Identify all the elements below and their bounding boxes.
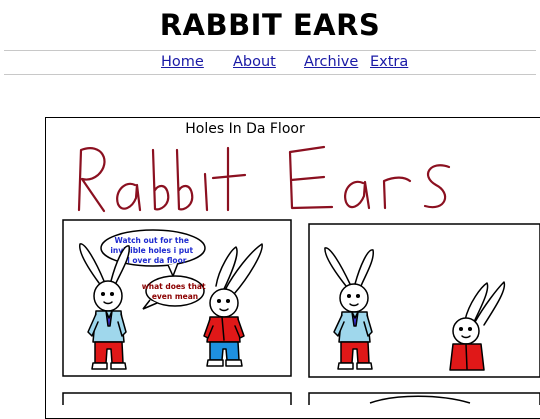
comic-panel-2 xyxy=(308,223,540,378)
speech-bubble-1-line-3: all over da floor xyxy=(120,256,187,265)
comic-panel-1: Watch out for the invisible holes i put … xyxy=(62,219,292,377)
comic-panel-4 xyxy=(308,392,540,405)
speech-bubble-1-line-1: Watch out for the xyxy=(114,236,188,245)
comic-panel-3 xyxy=(62,392,292,405)
comic-logo-handwritten xyxy=(77,145,451,213)
speech-bubble-2-line-2: even mean xyxy=(152,292,198,301)
speech-bubble-2-line-1: what does that xyxy=(142,282,206,291)
comic-artwork: Watch out for the invisible holes i put … xyxy=(62,145,540,405)
